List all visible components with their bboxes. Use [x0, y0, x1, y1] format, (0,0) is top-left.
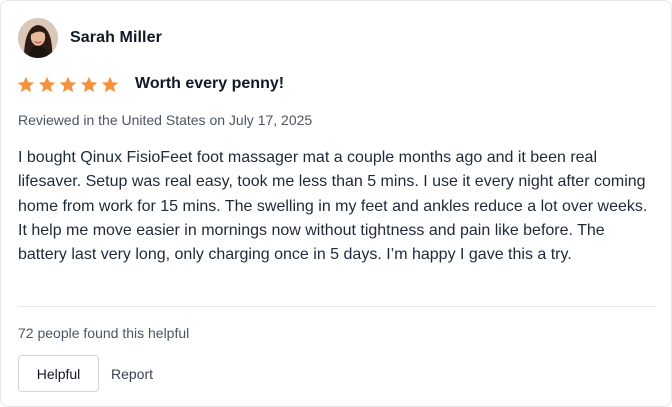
review-body: I bought Qinux FisioFeet foot massager m… — [18, 149, 648, 264]
helpful-count: 72 people found this helpful — [18, 325, 190, 341]
avatar — [18, 18, 58, 58]
review-card: Sarah Miller Worth every penny! Reviewed… — [0, 0, 672, 407]
star-icon — [17, 76, 35, 93]
review-meta: Reviewed in the United States on July 17… — [18, 112, 313, 128]
star-rating — [17, 76, 119, 93]
review-actions: Helpful Report — [18, 355, 153, 392]
rating-row: Worth every penny! — [17, 75, 284, 93]
star-icon — [101, 76, 119, 93]
star-icon — [59, 76, 77, 93]
reviewer-info: Sarah Miller — [18, 18, 162, 58]
reviewer-name: Sarah Miller — [70, 29, 162, 46]
helpful-button[interactable]: Helpful — [18, 355, 99, 392]
review-headline: Worth every penny! — [135, 75, 285, 92]
star-icon — [38, 76, 56, 93]
divider — [18, 306, 656, 307]
report-link[interactable]: Report — [111, 366, 153, 382]
star-icon — [80, 76, 98, 93]
